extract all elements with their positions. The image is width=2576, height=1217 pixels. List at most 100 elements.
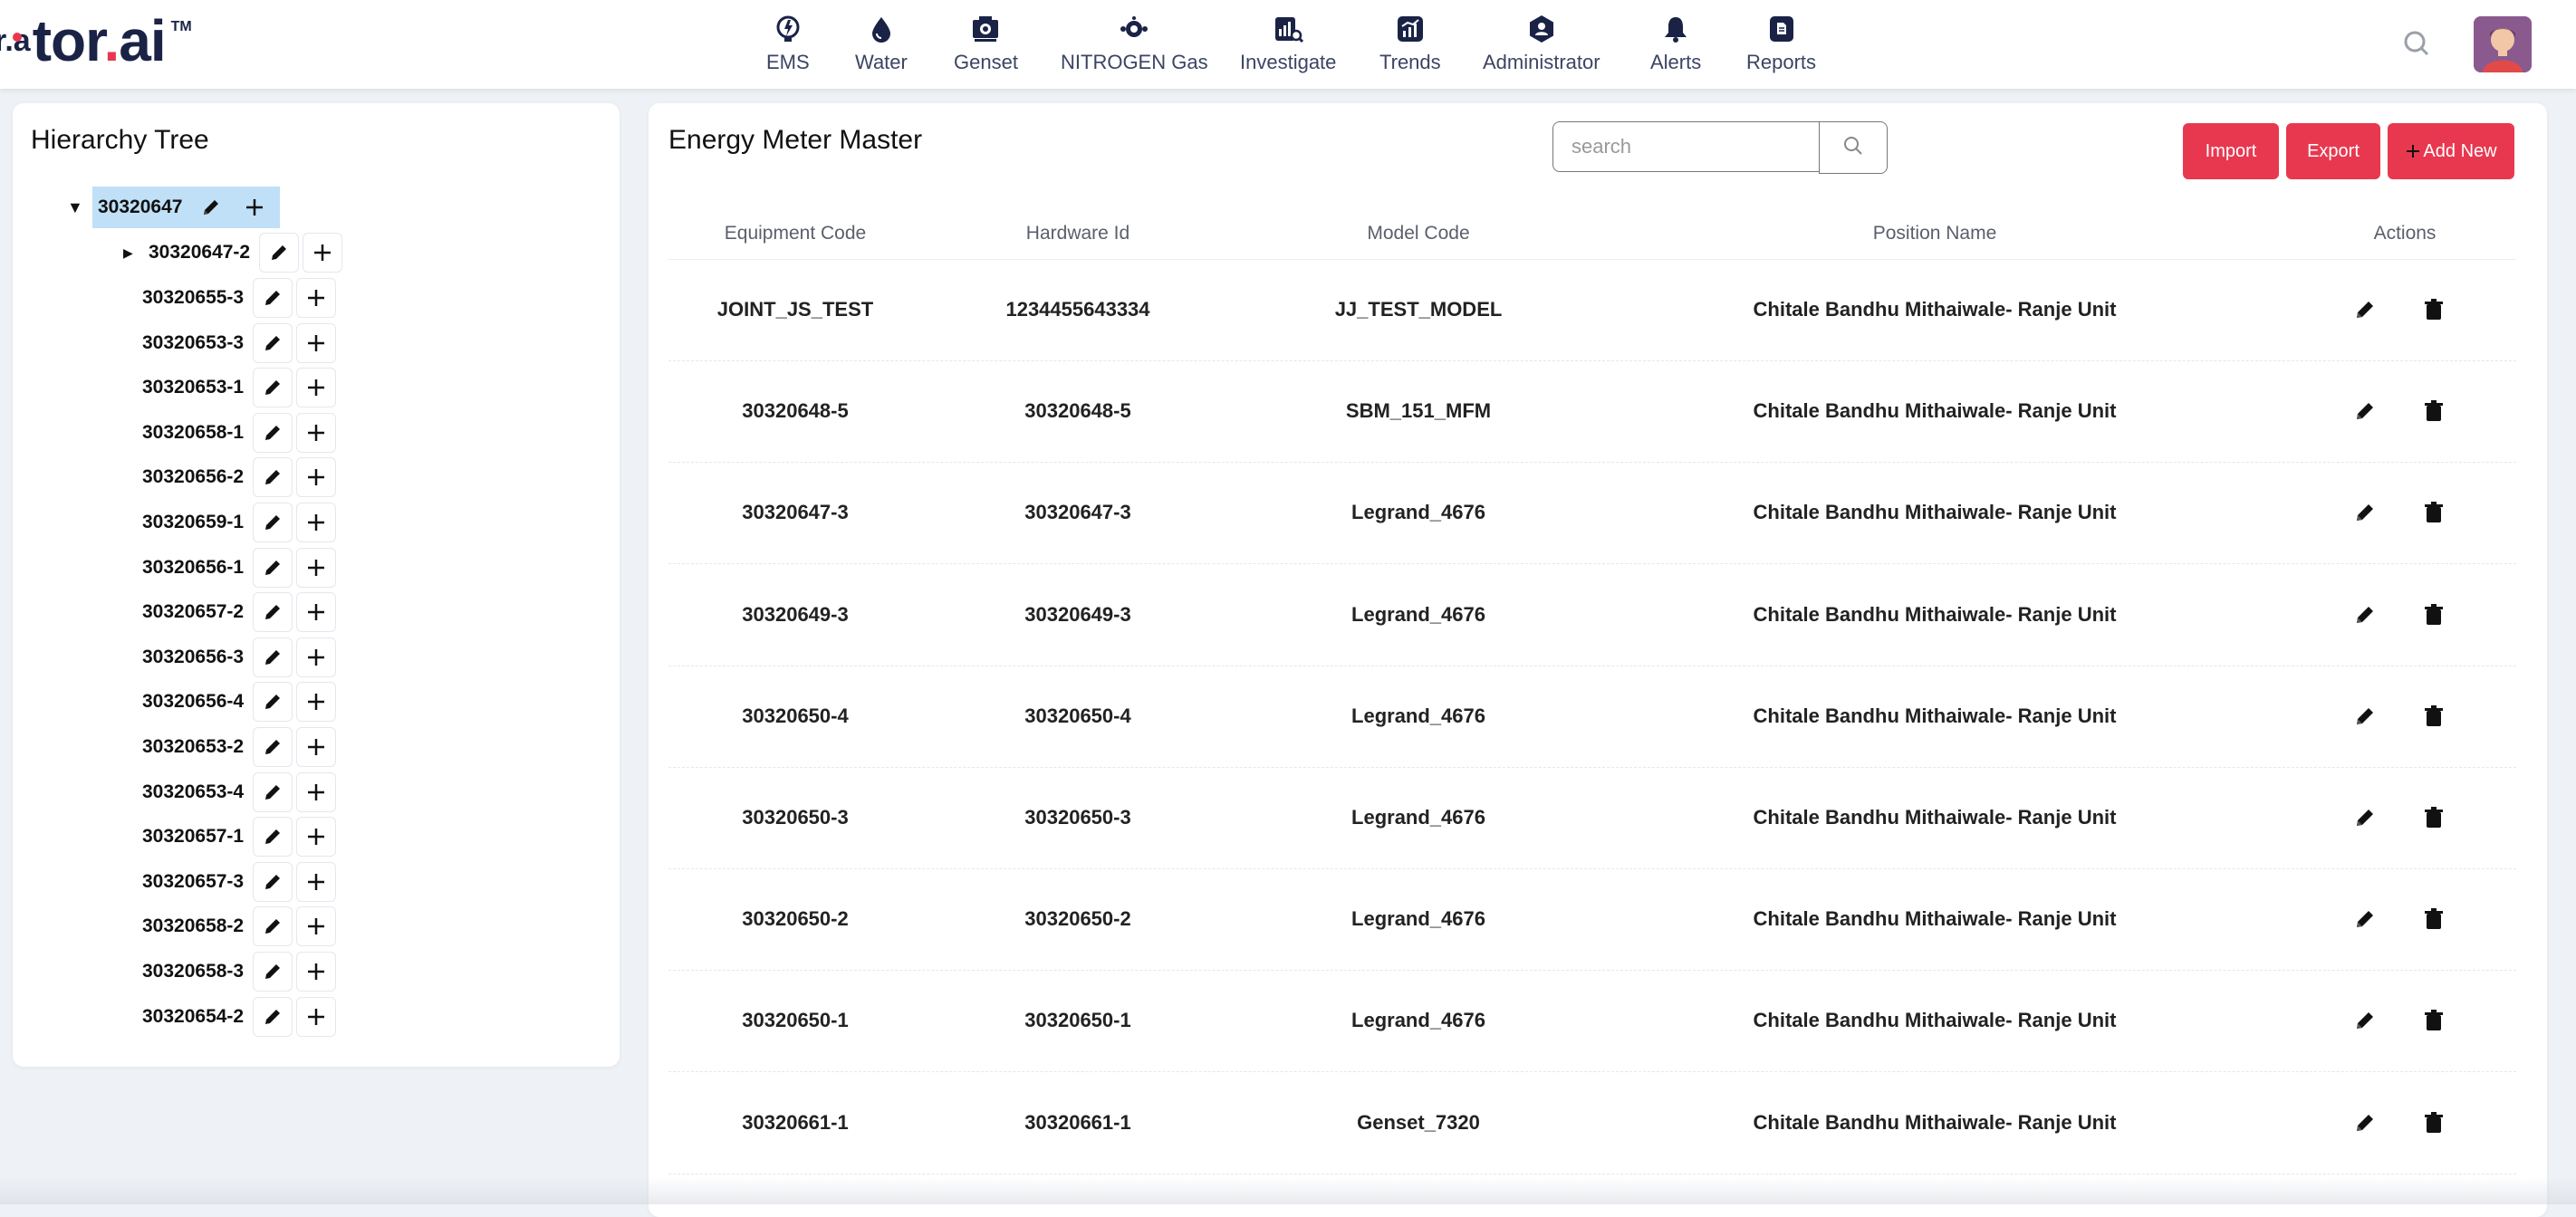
column-header[interactable]: Hardware Id <box>1026 208 1129 259</box>
edit-pencil-icon[interactable] <box>2349 700 2381 733</box>
tree-node-label[interactable]: 30320656-4 <box>142 691 244 713</box>
column-header[interactable]: Position Name <box>1873 208 1997 259</box>
edit-pencil-icon[interactable] <box>2349 1107 2381 1139</box>
edit-pencil-icon[interactable] <box>253 592 293 633</box>
edit-pencil-icon[interactable] <box>253 727 293 767</box>
cell-position-name: Chitale Bandhu Mithaiwale- Ranje Unit <box>1753 602 2117 626</box>
edit-pencil-icon[interactable] <box>259 233 300 273</box>
edit-pencil-icon[interactable] <box>253 906 293 947</box>
edit-pencil-icon[interactable] <box>253 503 293 542</box>
export-button[interactable]: Export <box>2286 123 2380 179</box>
delete-trash-icon[interactable] <box>2417 293 2450 326</box>
add-plus-icon[interactable] <box>296 817 337 858</box>
brand-logo[interactable]: r.a tor.ai TM <box>0 9 192 72</box>
tree-node-label[interactable]: 30320654-2 <box>142 1006 244 1028</box>
tree-node-label[interactable]: 30320653-1 <box>142 377 244 398</box>
add-plus-icon[interactable] <box>296 503 337 542</box>
delete-trash-icon[interactable] <box>2417 599 2450 631</box>
nav-item-water[interactable]: Water <box>855 13 908 76</box>
tree-node-label[interactable]: 30320657-2 <box>142 601 244 623</box>
edit-pencil-icon[interactable] <box>253 817 293 858</box>
edit-pencil-icon[interactable] <box>253 412 293 453</box>
tree-node-label[interactable]: 30320658-3 <box>142 961 244 982</box>
nav-item-nitrogen-gas[interactable]: NITROGEN Gas <box>1061 13 1208 76</box>
add-plus-icon[interactable] <box>296 457 337 498</box>
edit-pencil-icon[interactable] <box>253 637 293 677</box>
edit-pencil-icon[interactable] <box>253 771 293 812</box>
edit-pencil-icon[interactable] <box>2349 496 2381 529</box>
tree-node-label[interactable]: 30320657-3 <box>142 871 244 893</box>
search-icon[interactable] <box>2402 29 2431 58</box>
delete-trash-icon[interactable] <box>2417 700 2450 733</box>
edit-pencil-icon[interactable] <box>2349 801 2381 834</box>
nav-item-ems[interactable]: EMS <box>766 13 810 76</box>
edit-pencil-icon[interactable] <box>253 457 293 498</box>
edit-pencil-icon[interactable] <box>2349 395 2381 427</box>
edit-pencil-icon[interactable] <box>253 952 293 992</box>
add-plus-icon[interactable] <box>296 727 337 767</box>
edit-pencil-icon[interactable] <box>2349 293 2381 326</box>
search-button[interactable] <box>1819 121 1888 174</box>
add-plus-icon[interactable] <box>296 322 337 363</box>
tree-node-label[interactable]: 30320658-2 <box>142 915 244 937</box>
delete-trash-icon[interactable] <box>2417 1107 2450 1139</box>
add-plus-icon[interactable] <box>296 682 337 723</box>
delete-trash-icon[interactable] <box>2417 1004 2450 1037</box>
tree-node-label[interactable]: 30320656-3 <box>142 647 244 668</box>
search-input[interactable] <box>1552 121 1821 172</box>
nav-item-administrator[interactable]: Administrator <box>1483 13 1600 76</box>
edit-pencil-icon[interactable] <box>253 547 293 588</box>
column-header[interactable]: Equipment Code <box>725 208 866 259</box>
add-plus-icon[interactable] <box>296 952 337 992</box>
nav-item-genset[interactable]: Genset <box>954 13 1018 76</box>
nav-item-investigate[interactable]: Investigate <box>1240 13 1336 76</box>
delete-trash-icon[interactable] <box>2417 496 2450 529</box>
edit-pencil-icon[interactable] <box>191 187 231 227</box>
tree-node-label[interactable]: 30320656-2 <box>142 466 244 488</box>
delete-trash-icon[interactable] <box>2417 395 2450 427</box>
edit-pencil-icon[interactable] <box>253 682 293 723</box>
delete-trash-icon[interactable] <box>2417 903 2450 935</box>
add-plus-icon[interactable] <box>303 233 343 273</box>
tree-node-label[interactable]: 30320647-2 <box>149 242 250 264</box>
add-new-button[interactable]: Add New <box>2388 123 2514 179</box>
column-header[interactable]: Model Code <box>1367 208 1469 259</box>
tree-node-label[interactable]: 30320655-3 <box>142 287 244 309</box>
edit-pencil-icon[interactable] <box>2349 599 2381 631</box>
add-plus-icon[interactable] <box>296 996 337 1037</box>
edit-pencil-icon[interactable] <box>2349 1004 2381 1037</box>
import-button[interactable]: Import <box>2183 123 2279 179</box>
tree-node-label[interactable]: 30320657-1 <box>142 826 244 848</box>
add-plus-icon[interactable] <box>235 187 274 227</box>
table-row: 30320647-3 30320647-3 Legrand_4676 Chitale … <box>668 462 2516 565</box>
edit-pencil-icon[interactable] <box>253 278 293 318</box>
user-avatar[interactable] <box>2474 16 2532 72</box>
tree-node-label[interactable]: 30320658-1 <box>142 422 244 444</box>
tree-node-label[interactable]: 30320653-2 <box>142 736 244 758</box>
add-plus-icon[interactable] <box>296 906 337 947</box>
edit-pencil-icon[interactable] <box>253 368 293 408</box>
delete-trash-icon[interactable] <box>2417 801 2450 834</box>
edit-pencil-icon[interactable] <box>2349 903 2381 935</box>
tree-node-label[interactable]: 30320653-3 <box>142 332 244 354</box>
nav-item-alerts[interactable]: Alerts <box>1650 13 1701 76</box>
tree-node-selected[interactable]: 30320647 <box>92 187 281 228</box>
add-plus-icon[interactable] <box>296 547 337 588</box>
expand-caret-icon[interactable]: ▶ <box>123 245 139 261</box>
add-plus-icon[interactable] <box>296 412 337 453</box>
add-plus-icon[interactable] <box>296 278 337 318</box>
edit-pencil-icon[interactable] <box>253 861 293 902</box>
nav-item-reports[interactable]: Reports <box>1746 13 1816 76</box>
tree-node-label[interactable]: 30320656-1 <box>142 557 244 579</box>
tree-node-label[interactable]: 30320659-1 <box>142 512 244 533</box>
edit-pencil-icon[interactable] <box>253 996 293 1037</box>
tree-node-label[interactable]: 30320653-4 <box>142 781 244 803</box>
add-plus-icon[interactable] <box>296 368 337 408</box>
add-plus-icon[interactable] <box>296 592 337 633</box>
nav-item-trends[interactable]: Trends <box>1379 13 1441 76</box>
collapse-caret-icon[interactable]: ▼ <box>67 198 83 217</box>
add-plus-icon[interactable] <box>296 771 337 812</box>
add-plus-icon[interactable] <box>296 861 337 902</box>
add-plus-icon[interactable] <box>296 637 337 677</box>
edit-pencil-icon[interactable] <box>253 322 293 363</box>
